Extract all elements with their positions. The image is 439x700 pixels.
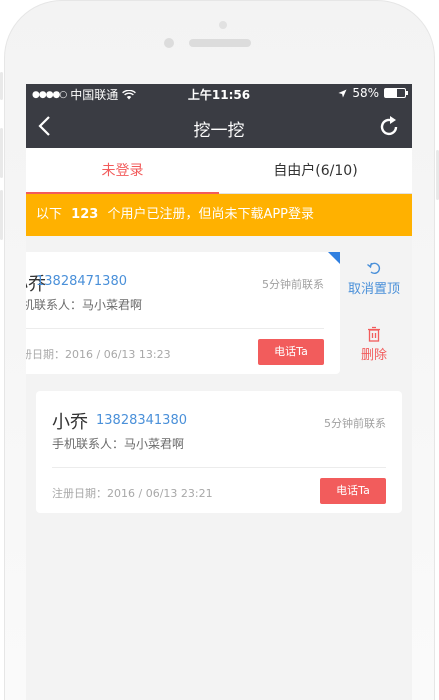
register-date: 注册日期：2016 / 06/13 23:21: [52, 487, 213, 500]
card-divider: [26, 328, 324, 329]
battery-percent: 58%: [352, 86, 379, 100]
contact-name: 手机联系人：马小菜君啊: [26, 298, 143, 312]
banner-count: 123: [71, 207, 99, 222]
battery-icon: [384, 88, 408, 98]
front-camera: [164, 38, 174, 48]
register-date: 注册日期：2016 / 06/13 13:23: [26, 348, 171, 361]
pinned-corner-marker: [328, 252, 340, 264]
user-card-swiped[interactable]: 小乔 13828471380 5分钟前联系 手机联系人：马小菜君啊 注册日期：2…: [26, 252, 340, 374]
user-name: 小乔: [52, 412, 88, 433]
earpiece-speaker: [189, 39, 251, 47]
volume-down-button: [0, 190, 3, 240]
tab-free-users[interactable]: 自由户(6/10): [219, 148, 412, 194]
unpin-label: 取消置顶: [347, 282, 400, 297]
app-screen: ●●●●○ 中国联通 上午11:56 58% 挖一挖 未登录 自由户(6/10)…: [26, 84, 412, 700]
call-button[interactable]: 电话Ta: [320, 478, 386, 504]
refresh-icon[interactable]: [376, 114, 402, 140]
nav-bar: 挖一挖: [26, 104, 412, 148]
contact-name: 手机联系人：马小菜君啊: [52, 437, 185, 451]
last-contact-time: 5分钟前联系: [324, 417, 386, 430]
unpin-button[interactable]: 取消置顶: [344, 260, 404, 297]
user-phone[interactable]: 13828341380: [96, 413, 187, 428]
delete-label: 删除: [360, 348, 387, 363]
tab-not-logged-in[interactable]: 未登录: [26, 148, 219, 194]
front-sensor: [219, 21, 227, 29]
mute-switch: [0, 72, 3, 100]
card-divider: [52, 467, 386, 468]
user-phone[interactable]: 13828471380: [36, 274, 127, 289]
banner-prefix: 以下: [36, 207, 63, 222]
page-title: 挖一挖: [193, 121, 245, 141]
trash-icon: [368, 326, 380, 342]
status-bar: ●●●●○ 中国联通 上午11:56 58%: [26, 84, 412, 104]
delete-button[interactable]: 删除: [344, 326, 404, 363]
battery-level: [385, 89, 397, 97]
location-arrow-icon: [338, 88, 347, 98]
call-button[interactable]: 电话Ta: [258, 339, 324, 365]
user-card[interactable]: 小乔 13828341380 5分钟前联系 手机联系人：马小菜君啊 注册日期：2…: [36, 391, 402, 513]
top-bar: ●●●●○ 中国联通 上午11:56 58% 挖一挖: [26, 84, 412, 148]
banner-suffix: 个用户已注册，但尚未下载APP登录: [107, 207, 315, 222]
notice-banner: 以下 123 个用户已注册，但尚未下载APP登录: [26, 194, 412, 236]
tab-bar: 未登录 自由户(6/10): [26, 148, 412, 194]
last-contact-time: 5分钟前联系: [262, 278, 324, 291]
status-right: 58%: [338, 86, 408, 100]
volume-up-button: [0, 128, 3, 178]
undo-icon: [367, 262, 381, 275]
